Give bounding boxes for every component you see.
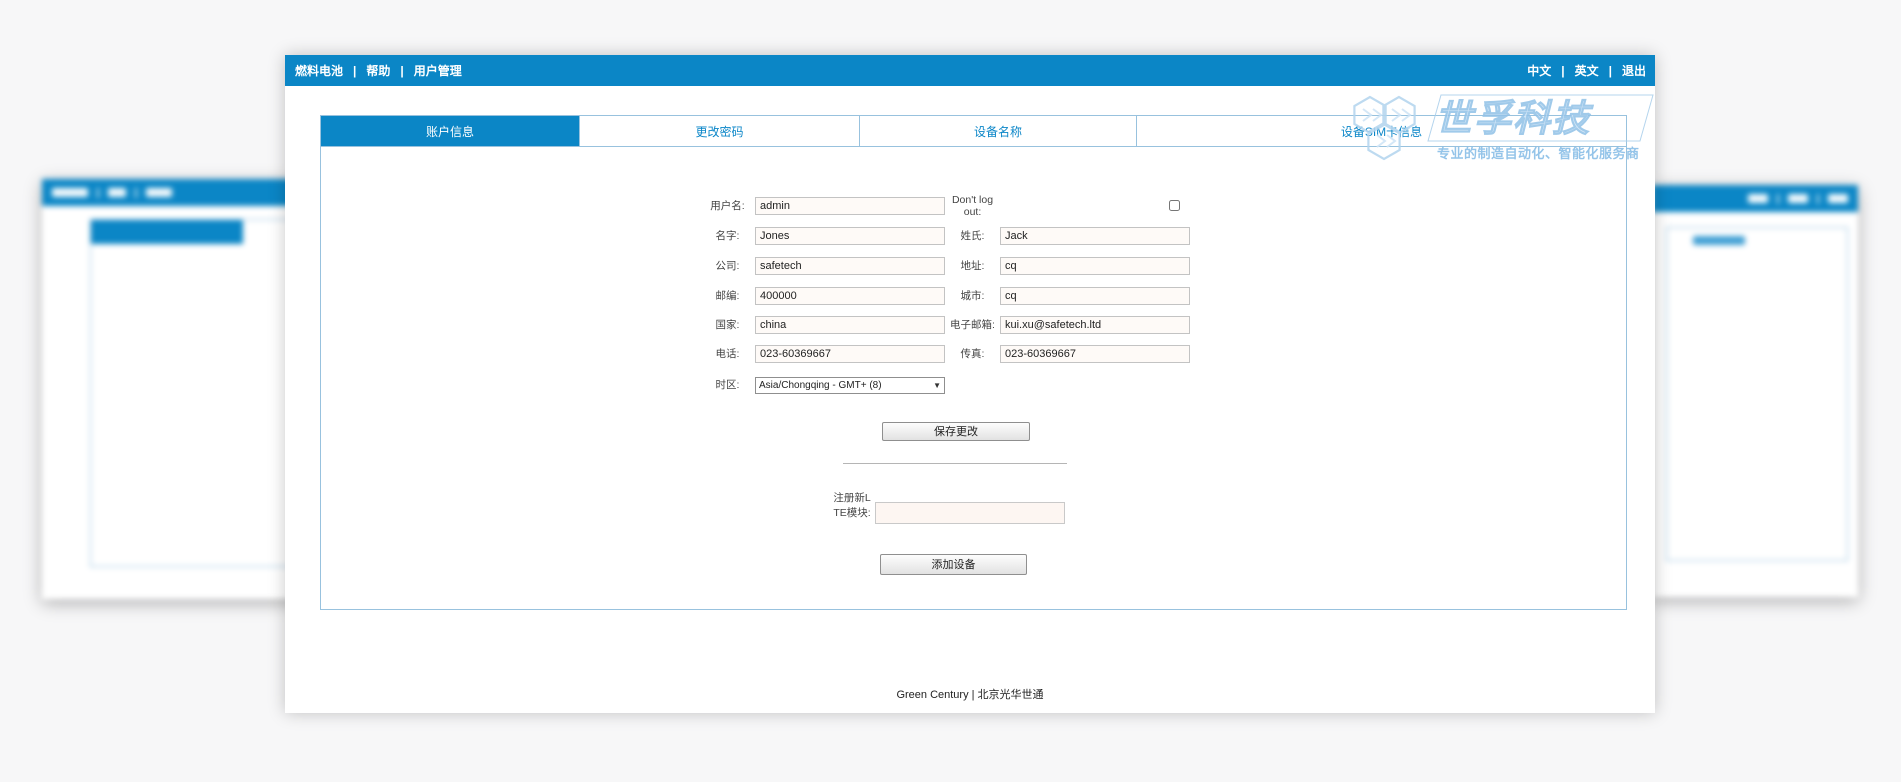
zip-label: 邮编: bbox=[715, 290, 740, 302]
form-row-username: 用户名: Don't log out: bbox=[700, 194, 1190, 218]
dont-log-out-label: Don't log out: bbox=[951, 194, 994, 218]
fax-label: 传真: bbox=[960, 348, 985, 360]
menu-item-english[interactable]: 英文 bbox=[1573, 62, 1601, 79]
email-input[interactable] bbox=[1000, 316, 1190, 334]
phone-input[interactable] bbox=[755, 345, 945, 363]
blurred-text bbox=[1788, 194, 1808, 203]
username-label: 用户名: bbox=[710, 200, 745, 212]
background-active-tab bbox=[91, 220, 243, 244]
country-input[interactable] bbox=[755, 316, 945, 334]
last-name-label: 姓氏: bbox=[960, 230, 985, 242]
register-lte-input[interactable] bbox=[875, 502, 1065, 524]
tab-device-name[interactable]: 设备名称 bbox=[860, 116, 1137, 146]
footer-text: Green Century | 北京光华世通 bbox=[896, 689, 1044, 701]
menu-item-user-management[interactable]: 用户管理 bbox=[412, 62, 464, 79]
background-menubar bbox=[1652, 185, 1858, 212]
email-label: 电子邮箱: bbox=[950, 319, 995, 331]
form-row-phone: 电话: 传真: bbox=[700, 344, 1190, 364]
menu-item-help[interactable]: 帮助 bbox=[364, 62, 392, 79]
menu-left-group: 燃料电池 | 帮助 | 用户管理 bbox=[285, 62, 464, 79]
menu-item-fuel-cell[interactable]: 燃料电池 bbox=[293, 62, 345, 79]
add-device-button[interactable]: 添加设备 bbox=[880, 554, 1027, 575]
blurred-text bbox=[1748, 194, 1768, 203]
tab-account-info[interactable]: 账户信息 bbox=[321, 116, 580, 146]
background-window-right bbox=[1652, 185, 1858, 597]
tab-device-sim-info[interactable]: 设备SIM卡信息 bbox=[1137, 116, 1626, 146]
dont-log-out-cell bbox=[1000, 197, 1190, 215]
separator bbox=[97, 187, 99, 198]
menu-item-logout[interactable]: 退出 bbox=[1620, 62, 1648, 79]
zip-input[interactable] bbox=[755, 287, 945, 305]
timezone-selected-value: Asia/Chongqing - GMT+ (8) bbox=[759, 379, 882, 391]
first-name-label: 名字: bbox=[715, 230, 740, 242]
phone-label: 电话: bbox=[715, 348, 740, 360]
menu-separator: | bbox=[353, 63, 357, 78]
form-row-timezone: 时区: Asia/Chongqing - GMT+ (8) ▼ bbox=[700, 375, 945, 395]
city-input[interactable] bbox=[1000, 287, 1190, 305]
dont-log-out-checkbox[interactable] bbox=[1169, 200, 1180, 212]
last-name-input[interactable] bbox=[1000, 227, 1190, 245]
chevron-down-icon: ▼ bbox=[933, 380, 941, 390]
tab-strip: 账户信息 更改密码 设备名称 设备SIM卡信息 bbox=[321, 116, 1626, 147]
background-panel bbox=[1666, 227, 1848, 561]
blurred-text bbox=[1828, 194, 1848, 203]
country-label: 国家: bbox=[715, 319, 740, 331]
separator bbox=[1817, 193, 1819, 204]
form-row-name: 名字: 姓氏: bbox=[700, 226, 1190, 246]
separator bbox=[135, 187, 137, 198]
register-lte-label: 注册新LTE模块: bbox=[833, 492, 871, 519]
blurred-text bbox=[52, 188, 88, 197]
menu-separator: | bbox=[1561, 63, 1565, 78]
main-window: 燃料电池 | 帮助 | 用户管理 中文 | 英文 | 退出 账户信息 更改密码 … bbox=[285, 55, 1655, 713]
timezone-label: 时区: bbox=[715, 379, 740, 391]
username-input[interactable] bbox=[755, 197, 945, 215]
menu-separator: | bbox=[1608, 63, 1612, 78]
fax-input[interactable] bbox=[1000, 345, 1190, 363]
menu-item-chinese[interactable]: 中文 bbox=[1525, 62, 1553, 79]
first-name-input[interactable] bbox=[755, 227, 945, 245]
form-row-country: 国家: 电子邮箱: bbox=[700, 315, 1190, 335]
form-row-zip: 邮编: 城市: bbox=[700, 286, 1190, 306]
blurred-tab-text bbox=[1693, 236, 1745, 245]
blurred-text bbox=[146, 188, 172, 197]
timezone-select[interactable]: Asia/Chongqing - GMT+ (8) ▼ bbox=[755, 376, 945, 394]
company-label: 公司: bbox=[715, 260, 740, 272]
company-input[interactable] bbox=[755, 257, 945, 275]
tab-change-password[interactable]: 更改密码 bbox=[580, 116, 860, 146]
section-divider bbox=[843, 463, 1067, 464]
separator bbox=[1777, 193, 1779, 204]
top-menu-bar: 燃料电池 | 帮助 | 用户管理 中文 | 英文 | 退出 bbox=[285, 55, 1655, 86]
save-changes-button[interactable]: 保存更改 bbox=[882, 422, 1030, 441]
address-label: 地址: bbox=[960, 260, 985, 272]
menu-right-group: 中文 | 英文 | 退出 bbox=[1525, 62, 1655, 79]
menu-separator: | bbox=[400, 63, 404, 78]
city-label: 城市: bbox=[960, 290, 985, 302]
blurred-text bbox=[108, 188, 126, 197]
address-input[interactable] bbox=[1000, 257, 1190, 275]
form-row-company: 公司: 地址: bbox=[700, 256, 1190, 276]
